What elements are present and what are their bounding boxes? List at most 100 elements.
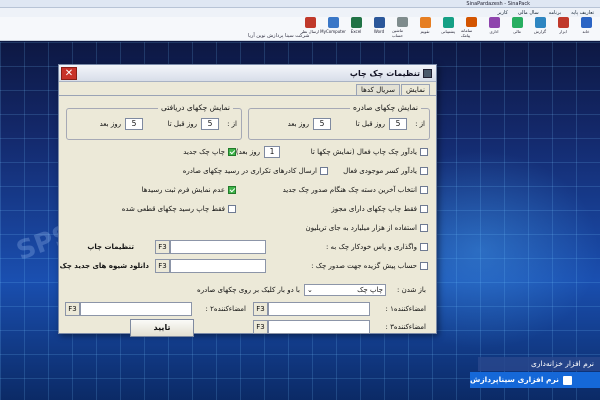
ribbon-button-label: ابزار — [559, 29, 567, 34]
ribbon-button-label: Excel — [350, 29, 362, 34]
sms-icon — [465, 17, 477, 27]
ribbon-button[interactable]: MyComputer — [320, 17, 346, 38]
assign-f3-button[interactable]: F3 — [155, 240, 170, 254]
issued-to-input[interactable]: 5 — [313, 118, 331, 130]
signer1-label: امضاءکننده۱ : — [385, 305, 426, 313]
checkbox-label: ارسال کادرهای تکراری در رسید چکهای صادره — [182, 167, 317, 175]
checkbox-box — [228, 148, 236, 156]
received-checks-group: نمایش چکهای دریافتی از : 5 روز قبل تا 5 … — [66, 103, 242, 140]
dialog-title: تنظیمات چک چاپ — [349, 68, 420, 78]
signer1-f3-button[interactable]: F3 — [253, 302, 268, 316]
reminder-suffix-label: روز بعد) — [235, 148, 260, 156]
money-icon — [511, 17, 523, 28]
checkbox-box — [420, 262, 428, 270]
issued-from-input[interactable]: 5 — [389, 118, 407, 130]
ribbon-button-label: تقویم — [420, 29, 430, 34]
default-account-f3-button[interactable]: F3 — [155, 259, 170, 273]
ribbon-button-label: پشتیبانی — [441, 29, 455, 34]
received-days-before-label: روز قبل تا — [167, 120, 197, 128]
print-new-check-checkbox[interactable]: چاپ چک جدید — [183, 148, 236, 156]
default-account-field[interactable] — [170, 259, 266, 273]
ribbon-button[interactable]: گزارش — [530, 17, 550, 38]
signer3-field[interactable] — [268, 320, 370, 334]
ribbon-button[interactable]: سامانه پیامک — [461, 17, 481, 38]
signer1-field[interactable] — [268, 302, 370, 316]
ribbon-button-label: ماشین حساب — [392, 28, 404, 38]
signer2-field[interactable] — [80, 302, 192, 316]
issued-from-label: از : — [415, 120, 425, 128]
received-to-input[interactable]: 5 — [125, 118, 143, 130]
ribbon-button-label: اداری — [489, 29, 499, 34]
hide-receipt-form-checkbox[interactable]: عدم نمایش فرم ثبت رسیدها — [142, 186, 236, 194]
brand-bar: نرم افزاری سیناپردازش — [470, 372, 600, 388]
trillion-format-checkbox[interactable]: استفاده از هزار میلیارد به جای تریلیون — [306, 224, 428, 232]
authorized-only-checkbox[interactable]: فقط چاپ چکهای دارای مجوز — [331, 205, 428, 213]
ribbon-button[interactable]: پشتیبانی — [438, 17, 458, 38]
received-from-input[interactable]: 5 — [201, 118, 219, 130]
signer2-label: امضاءکننده۲ : — [205, 305, 246, 313]
open-hint-label: با دو بار کلیک بر روی چکهای صادره — [197, 286, 300, 294]
received-from-label: از : — [227, 120, 237, 128]
computer-icon — [327, 17, 339, 28]
ribbon-button[interactable]: مالی — [507, 17, 527, 38]
ribbon-button[interactable]: Excel — [346, 17, 366, 38]
app-titlebar: SinaPardazesh - SinaPack — [0, 0, 600, 8]
confirm-button[interactable]: تایید — [130, 319, 194, 337]
received-group-title: نمایش چکهای دریافتی — [158, 103, 233, 112]
ribbon-button-label: خانه — [582, 29, 590, 34]
tab-serial-codes[interactable]: سریال کدها — [356, 84, 400, 95]
ribbon-button[interactable]: ابزار — [553, 17, 573, 38]
ribbon-button[interactable]: ماشین حساب — [392, 17, 412, 38]
support-icon — [442, 17, 454, 28]
ribbon-button[interactable]: خانه — [576, 17, 596, 38]
stock-reminder-checkbox[interactable]: یادآور کسر موجودی فعال — [343, 167, 428, 175]
company-name: شرکت سینا پردازش نوین آریا — [248, 33, 310, 39]
brand-logo-icon — [563, 375, 572, 385]
signer3-label: امضاءکننده۳ : — [385, 323, 426, 331]
chevron-down-icon: ⌄ — [307, 286, 313, 294]
check-print-settings-dialog: ✕ تنظیمات چک چاپ سریال کدها نمایش نمایش … — [58, 64, 437, 337]
tab-strip: سریال کدها نمایش — [59, 84, 436, 96]
issued-group-title: نمایش چکهای صادره — [349, 103, 421, 112]
print-settings-link[interactable]: تنظیمات چاپ — [87, 243, 134, 251]
checkbox-label: یادآور چک چاپ فعال (نمایش چکها تا — [310, 148, 417, 156]
ribbon-button-label: گزارش — [533, 29, 547, 34]
signer2-f3-button[interactable]: F3 — [65, 302, 80, 316]
checkbox-label: حساب پیش گزیده جهت صدور چک : — [311, 262, 417, 270]
open-label: باز شدن : — [397, 286, 426, 294]
report-icon — [534, 17, 546, 28]
issued-days-before-label: روز قبل تا — [355, 120, 385, 128]
download-templates-link[interactable]: دانلود شیوه های جدید چک — [60, 262, 149, 270]
open-action-select[interactable]: چاپ چک ⌄ — [304, 284, 386, 296]
brand-subtitle: نرم افزار خزانه‌داری — [478, 357, 600, 371]
duplicate-fields-checkbox[interactable]: ارسال کادرهای تکراری در رسید چکهای صادره — [183, 167, 328, 175]
reminder-print-checkbox[interactable]: یادآور چک چاپ فعال (نمایش چکها تا — [311, 148, 428, 156]
open-action-value: چاپ چک — [357, 286, 383, 294]
menu-item[interactable]: تعاریف پایه — [571, 10, 594, 16]
checkbox-box — [420, 224, 428, 232]
menu-item[interactable]: کاربر — [497, 10, 507, 16]
tab-display[interactable]: نمایش — [400, 84, 430, 95]
ribbon-button-label: مالی — [513, 29, 521, 34]
menu-item[interactable]: برنامه — [549, 10, 561, 16]
signer3-f3-button[interactable]: F3 — [253, 320, 268, 334]
reminder-days-input[interactable]: 1 — [264, 146, 280, 158]
checkbox-label: استفاده از هزار میلیارد به جای تریلیون — [305, 224, 417, 232]
checkbox-label: یادآور کسر موجودی فعال — [343, 167, 417, 175]
final-receipts-only-checkbox[interactable]: فقط چاپ رسید چکهای قطعی شده — [122, 205, 236, 213]
checkbox-label: عدم نمایش فرم ثبت رسیدها — [141, 186, 225, 194]
menu-items: تعاریف پایه برنامه سال مالی کاربر — [497, 10, 594, 16]
checkbox-box — [228, 186, 236, 194]
default-account-checkbox[interactable]: حساب پیش گزیده جهت صدور چک : — [311, 262, 428, 270]
ribbon-button[interactable]: اداری — [484, 17, 504, 38]
menu-bar: تعاریف پایه برنامه سال مالی کاربر — [0, 8, 600, 17]
auto-assign-checkbox[interactable]: واگذاری و پاس خودکار چک به : — [326, 243, 428, 251]
checkbox-label: انتخاب آخرین دسته چک هنگام صدور چک جدید — [282, 186, 417, 194]
ribbon-button[interactable]: تقویم — [415, 17, 435, 38]
ribbon-button[interactable]: Word — [369, 17, 389, 38]
assign-account-field[interactable] — [170, 240, 266, 254]
close-icon[interactable]: ✕ — [61, 66, 77, 80]
last-checkbook-checkbox[interactable]: انتخاب آخرین دسته چک هنگام صدور چک جدید — [283, 186, 428, 194]
tools-icon — [557, 17, 569, 28]
menu-item[interactable]: سال مالی — [518, 10, 539, 16]
